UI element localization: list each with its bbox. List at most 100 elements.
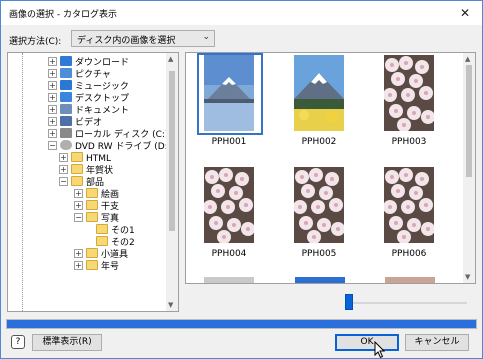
tree-item-label: DVD RW ドライブ (D:) D [75, 142, 179, 152]
chevron-down-icon: ⌄ [202, 32, 210, 42]
thumbnail-cell[interactable]: PPH002 [286, 55, 352, 151]
download-icon [60, 56, 72, 66]
tree-item[interactable]: + ミュージック [48, 80, 129, 92]
zoom-slider-thumb[interactable] [345, 294, 353, 310]
expand-icon[interactable]: + [74, 201, 83, 210]
tree-item[interactable]: + 絵画 [74, 188, 119, 200]
dialog-window: 画像の選択 - カタログ表示 ✕ 選択方法(C): ディスク内の画像を選択 ⌄ … [0, 0, 483, 359]
tree-item[interactable]: − DVD RW ドライブ (D:) D [48, 140, 179, 152]
ok-button[interactable]: OK [335, 334, 399, 351]
scroll-down-icon[interactable]: ▼ [168, 301, 173, 309]
tree-item-label: 絵画 [101, 190, 120, 200]
expand-icon[interactable]: + [74, 249, 83, 258]
folder-open-icon [71, 176, 83, 186]
tree-item[interactable]: + 年賀状 [59, 164, 113, 176]
collapse-icon[interactable]: − [74, 213, 83, 222]
tree-item[interactable]: − 写真 [74, 212, 119, 224]
tree-scrollbar[interactable]: ▲ ▼ [166, 53, 178, 311]
tree-scroll-thumb[interactable] [169, 71, 175, 231]
tree-item[interactable]: + ビデオ [48, 116, 102, 128]
pictures-icon [60, 68, 72, 78]
thumbnail-cell[interactable]: PPH006 [376, 167, 442, 263]
thumbnail-grid[interactable]: PPH001 PPH002 PPH003 PPH004 PPH005 PPH006 ▲ ▼ [185, 52, 476, 284]
tree-item-label: 年号 [101, 262, 120, 272]
tree-item[interactable]: + ローカル ディスク (C:) [48, 128, 168, 140]
tree-item[interactable]: その2 [96, 236, 135, 248]
tree-item-label: ドキュメント [75, 106, 130, 116]
grid-scrollbar[interactable]: ▲ ▼ [463, 53, 475, 283]
tree-item[interactable]: + ダウンロード [48, 56, 129, 68]
help-icon[interactable]: ? [11, 335, 25, 349]
folder-icon [86, 188, 98, 198]
thumbnail-image[interactable] [384, 167, 434, 243]
thumbnail-image[interactable] [294, 167, 344, 243]
title-bar[interactable]: 画像の選択 - カタログ表示 ✕ [1, 1, 482, 25]
dvd-icon [60, 140, 72, 150]
tree-item[interactable]: その1 [96, 224, 135, 236]
tree-item-label: HTML [86, 154, 112, 164]
thumbnail-caption: PPH002 [301, 137, 337, 147]
thumbnail-image[interactable] [204, 167, 254, 243]
expand-icon[interactable]: + [48, 117, 57, 126]
tree-item-label: ビデオ [75, 118, 103, 128]
folder-icon [86, 200, 98, 210]
tree-item[interactable]: + 小道具 [74, 248, 128, 260]
tree-item[interactable]: + 干支 [74, 200, 119, 212]
thumbnail-cell[interactable]: PPH004 [196, 167, 262, 263]
expand-icon[interactable]: + [59, 153, 68, 162]
scroll-up-icon[interactable]: ▲ [465, 55, 470, 63]
expand-icon[interactable]: + [48, 129, 57, 138]
thumbnail-cell[interactable]: PPH003 [376, 55, 442, 151]
selection-method-value: ディスク内の画像を選択 [77, 36, 176, 46]
tree-item[interactable]: + HTML [59, 152, 111, 164]
expand-icon[interactable]: + [74, 189, 83, 198]
tree-item-label: 干支 [101, 202, 120, 212]
folder-icon [71, 164, 83, 174]
expand-icon[interactable]: + [74, 261, 83, 270]
thumbnail-partial [295, 277, 345, 283]
tree-item[interactable]: + デスクトップ [48, 92, 129, 104]
zoom-slider-track[interactable] [349, 302, 467, 304]
expand-icon[interactable]: + [59, 165, 68, 174]
window-title: 画像の選択 - カタログ表示 [9, 10, 117, 20]
scroll-down-icon[interactable]: ▼ [465, 273, 470, 281]
progress-fill [7, 320, 476, 328]
thumbnail-image[interactable] [384, 55, 434, 131]
thumbnail-image[interactable] [294, 55, 344, 131]
grid-scroll-thumb[interactable] [466, 65, 472, 177]
tree-item[interactable]: + ドキュメント [48, 104, 129, 116]
thumbnail-image[interactable] [204, 55, 254, 131]
desktop-icon [60, 92, 72, 102]
tree-item[interactable]: + 年号 [74, 260, 119, 272]
thumbnail-partial [204, 277, 254, 283]
expand-icon[interactable]: + [48, 69, 57, 78]
selection-method-dropdown[interactable]: ディスク内の画像を選択 ⌄ [71, 30, 215, 47]
collapse-icon[interactable]: − [48, 141, 57, 150]
folder-icon [86, 248, 98, 258]
tree-item-label: その1 [111, 226, 135, 236]
scroll-up-icon[interactable]: ▲ [168, 55, 173, 63]
thumbnail-cell[interactable]: PPH001 [196, 53, 263, 151]
expand-icon[interactable]: + [48, 93, 57, 102]
mouse-cursor-icon [374, 341, 386, 359]
expand-icon[interactable]: + [48, 105, 57, 114]
expand-icon[interactable]: + [48, 81, 57, 90]
tree-item-label: ダウンロード [75, 58, 130, 68]
tree-item[interactable]: − 部品 [59, 176, 104, 188]
close-icon[interactable]: ✕ [456, 4, 474, 22]
tree-item-label: ローカル ディスク (C:) [75, 130, 169, 140]
folder-icon [96, 224, 108, 234]
cancel-button[interactable]: キャンセル [405, 334, 469, 351]
tree-item-label: その2 [111, 238, 135, 248]
thumbnail-cell[interactable]: PPH005 [286, 167, 352, 263]
folder-tree[interactable]: + ダウンロード + ピクチャ + ミュージック + デスクトップ + ドキュメント + ビデオ + ロー… [7, 52, 179, 312]
expand-icon[interactable]: + [48, 57, 57, 66]
tree-item-label: ミュージック [75, 82, 129, 92]
thumbnail-caption: PPH001 [211, 137, 247, 147]
folder-open-icon [86, 212, 98, 222]
thumbnail-caption: PPH005 [301, 249, 337, 259]
collapse-icon[interactable]: − [59, 177, 68, 186]
tree-item[interactable]: + ピクチャ [48, 68, 111, 80]
tree-item-label: 部品 [86, 178, 105, 188]
standard-view-button[interactable]: 標準表示(R) [32, 334, 102, 351]
